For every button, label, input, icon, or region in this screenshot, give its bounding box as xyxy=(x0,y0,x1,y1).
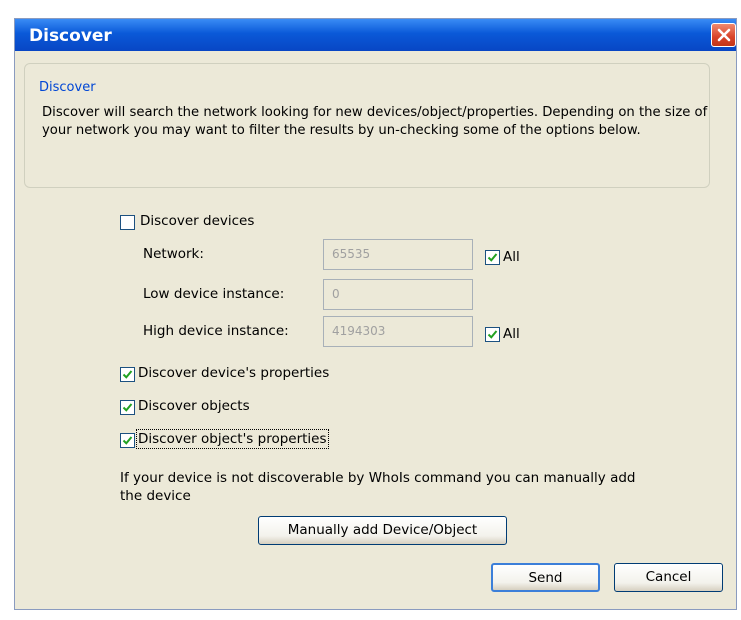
discover-devices-label: Discover devices xyxy=(140,213,255,229)
object-properties-checkbox[interactable] xyxy=(120,433,135,448)
device-properties-label: Discover device's properties xyxy=(138,365,330,381)
close-button[interactable] xyxy=(711,23,736,47)
high-instance-all-label: All xyxy=(503,326,520,342)
low-instance-field[interactable]: 0 xyxy=(323,279,473,310)
check-icon xyxy=(122,436,133,445)
groupbox-description: Discover will search the network looking… xyxy=(42,105,708,138)
manual-add-note: If your device is not discoverable by Wh… xyxy=(120,470,636,504)
send-button[interactable]: Send xyxy=(491,563,600,592)
high-instance-label: High device instance: xyxy=(143,323,289,339)
network-all-label: All xyxy=(503,249,520,265)
check-icon xyxy=(487,330,498,339)
check-icon xyxy=(122,370,133,379)
network-all-checkbox[interactable] xyxy=(485,250,500,265)
objects-label: Discover objects xyxy=(138,398,250,414)
close-icon xyxy=(717,28,731,42)
check-icon xyxy=(487,253,498,262)
device-properties-checkbox[interactable] xyxy=(120,367,135,382)
title-bar[interactable]: Discover xyxy=(15,19,736,51)
network-field[interactable]: 65535 xyxy=(323,239,473,270)
discover-devices-checkbox[interactable] xyxy=(120,215,135,230)
high-instance-all-checkbox[interactable] xyxy=(485,327,500,342)
high-instance-field[interactable]: 4194303 xyxy=(323,316,473,347)
groupbox-legend: Discover xyxy=(36,80,99,95)
object-properties-label: Discover object's properties xyxy=(136,429,329,449)
cancel-button[interactable]: Cancel xyxy=(614,563,723,592)
network-label: Network: xyxy=(143,246,204,262)
window-title: Discover xyxy=(29,26,112,46)
manually-add-button[interactable]: Manually add Device/Object xyxy=(258,516,507,545)
check-icon xyxy=(122,403,133,412)
objects-checkbox[interactable] xyxy=(120,400,135,415)
low-instance-label: Low device instance: xyxy=(143,286,285,302)
